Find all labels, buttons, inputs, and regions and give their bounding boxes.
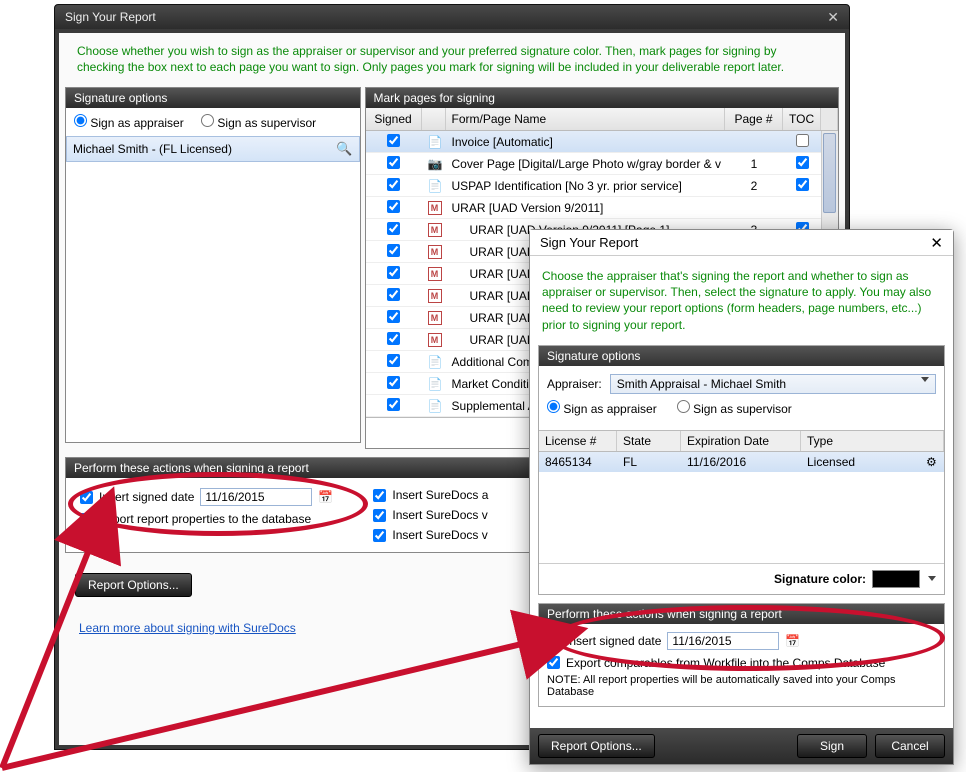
titlebar[interactable]: Sign Your Report ✕ [530,230,953,256]
instructions: Choose whether you wish to sign as the a… [59,33,845,83]
page-name: URAR [UAD Version 9/2011] [446,199,725,217]
signature-options-header: Signature options [66,88,360,108]
signed-checkbox[interactable] [387,332,400,345]
page-name: USPAP Identification [No 3 yr. prior ser… [446,177,725,195]
sign-as-supervisor-radio[interactable]: Sign as supervisor [201,116,316,130]
appraiser-name: Michael Smith - (FL Licensed) [73,142,232,156]
page-type-icon: 📄 [422,375,446,393]
suredocs-checkbox-1[interactable] [373,489,386,502]
signed-checkbox[interactable] [387,288,400,301]
license-row[interactable]: 8465134 FL 11/16/2016 Licensed ⚙ [539,452,944,472]
signature-options-header: Signature options [539,346,944,366]
chevron-down-icon[interactable] [928,576,936,581]
page-number [725,140,783,144]
page-type-icon: 📄 [422,397,446,415]
signed-checkbox[interactable] [387,178,400,191]
page-row[interactable]: MURAR [UAD Version 9/2011] [366,197,838,219]
license-header: License # State Expiration Date Type [539,430,944,452]
sign-report-dialog-2: Sign Your Report ✕ Choose the appraiser … [529,229,954,765]
page-type-icon: M [422,330,446,349]
cancel-button[interactable]: Cancel [875,734,945,758]
signed-checkbox[interactable] [387,156,400,169]
toc-checkbox[interactable] [796,134,809,147]
appraiser-select[interactable]: Smith Appraisal - Michael Smith [610,374,936,394]
signed-checkbox[interactable] [387,310,400,323]
page-name: Invoice [Automatic] [446,133,725,151]
page-type-icon: M [422,308,446,327]
close-icon[interactable]: ✕ [930,234,943,252]
page-type-icon: M [422,264,446,283]
page-number [725,206,783,210]
signed-checkbox[interactable] [387,244,400,257]
page-type-icon: M [422,242,446,261]
export-checkbox[interactable] [80,513,93,526]
date-input[interactable] [200,488,312,506]
pages-header-row: Signed Form/Page Name Page # TOC [366,108,838,131]
mark-pages-header: Mark pages for signing [366,88,838,108]
page-type-icon: 📄 [422,353,446,371]
report-options-button[interactable]: Report Options... [538,734,655,758]
col-toc[interactable]: TOC [783,108,821,130]
date-input[interactable] [667,632,779,650]
report-options-button[interactable]: Report Options... [75,573,192,597]
toc-checkbox[interactable] [796,156,809,169]
suredocs-checkbox-2[interactable] [373,509,386,522]
page-row[interactable]: 📷Cover Page [Digital/Large Photo w/gray … [366,153,838,175]
page-row[interactable]: 📄USPAP Identification [No 3 yr. prior se… [366,175,838,197]
suredocs-checkbox-3[interactable] [373,529,386,542]
page-type-icon: M [422,286,446,305]
window-title: Sign Your Report [540,235,638,250]
learn-more-link[interactable]: Learn more about signing with SureDocs [79,621,296,635]
page-type-icon: M [422,198,446,217]
signature-color-swatch[interactable] [872,570,920,588]
insert-date-checkbox[interactable] [547,634,560,647]
sign-as-appraiser-radio[interactable]: Sign as appraiser [547,400,657,416]
col-form-name[interactable]: Form/Page Name [446,108,725,130]
insert-date-checkbox[interactable] [80,491,93,504]
sign-as-supervisor-radio[interactable]: Sign as supervisor [677,400,792,416]
page-type-icon: 📄 [422,177,446,195]
appraiser-row[interactable]: Michael Smith - (FL Licensed) 🔍 [66,136,360,162]
close-icon[interactable]: ✕ [827,9,839,26]
chevron-down-icon [921,377,929,382]
page-number: 1 [725,155,783,173]
titlebar[interactable]: Sign Your Report ✕ [55,5,849,29]
col-signed[interactable]: Signed [366,108,422,130]
instructions: Choose the appraiser that's signing the … [538,262,945,345]
sign-button[interactable]: Sign [797,734,867,758]
signed-checkbox[interactable] [387,200,400,213]
page-type-icon: 📷 [422,155,446,173]
note-text: NOTE: All report properties will be auto… [547,674,936,698]
export-comparables-checkbox[interactable] [547,656,560,669]
window-title: Sign Your Report [65,10,156,24]
signed-checkbox[interactable] [387,134,400,147]
page-type-icon: M [422,220,446,239]
signature-color-label: Signature color: [774,572,866,586]
signed-checkbox[interactable] [387,376,400,389]
page-name: Cover Page [Digital/Large Photo w/gray b… [446,155,725,173]
signed-checkbox[interactable] [387,398,400,411]
signed-checkbox[interactable] [387,354,400,367]
col-page[interactable]: Page # [725,108,783,130]
actions-header: Perform these actions when signing a rep… [539,604,944,624]
page-number: 2 [725,177,783,195]
signed-checkbox[interactable] [387,222,400,235]
search-icon[interactable]: 🔍 [336,141,352,157]
appraiser-label: Appraiser: [547,377,602,391]
gear-icon[interactable]: ⚙ [926,455,940,469]
page-type-icon: 📄 [422,133,446,151]
page-row[interactable]: 📄Invoice [Automatic] [366,131,838,153]
toc-checkbox[interactable] [796,178,809,191]
signed-checkbox[interactable] [387,266,400,279]
sign-as-appraiser-radio[interactable]: Sign as appraiser [74,116,184,130]
